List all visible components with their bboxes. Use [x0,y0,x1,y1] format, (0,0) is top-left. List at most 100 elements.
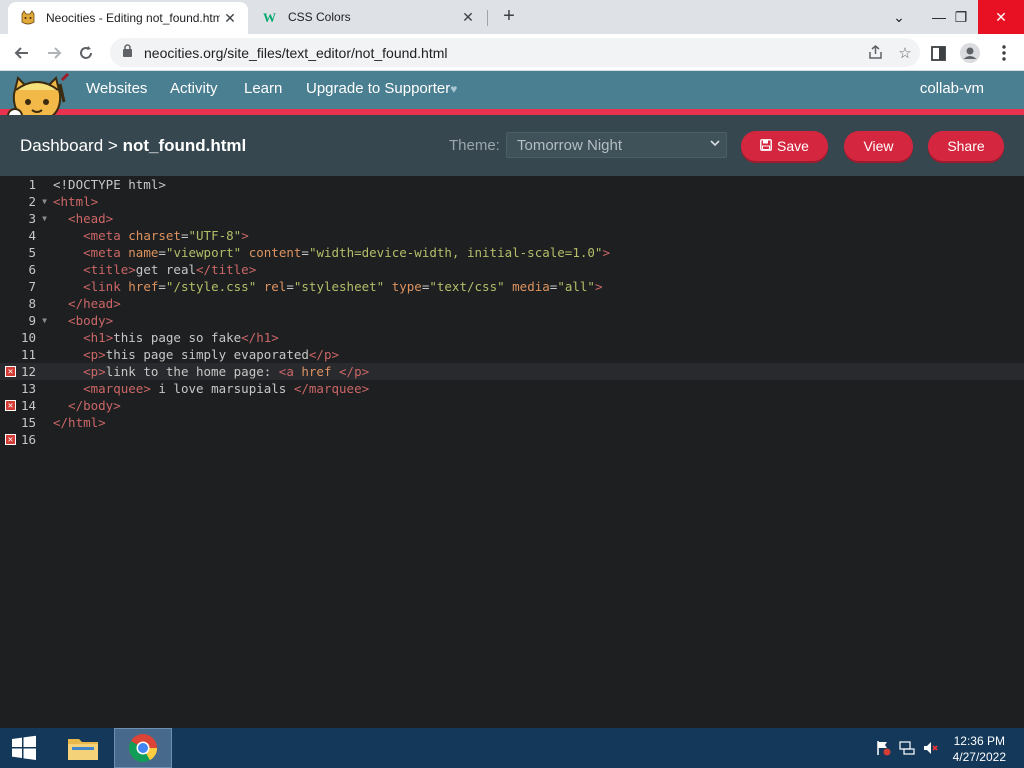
line-gutter: 15 [0,414,50,431]
line-gutter: 9 ▼ [0,312,50,329]
breadcrumb-separator: > [107,136,118,155]
code-text: <h1>this page so fake</h1> [83,330,279,345]
line-gutter: ✕ 14 [0,397,50,414]
user-menu[interactable]: collab-vm [920,80,984,97]
chrome-taskbar-button[interactable] [114,728,172,768]
code-text: <link href="/style.css" rel="stylesheet"… [83,279,603,294]
code-line[interactable]: 3 ▼ <head> [0,210,1024,227]
line-number: 10 [20,330,36,345]
code-text: <p>this page simply evaporated</p> [83,347,340,362]
close-tab-icon[interactable]: ✕ [458,7,478,27]
share-button[interactable]: Share [928,131,1004,161]
code-line[interactable]: 9 ▼ <body> [0,312,1024,329]
code-line[interactable]: 11 <p>this page simply evaporated</p> [0,346,1024,363]
new-tab-button[interactable]: + [498,6,520,28]
upgrade-label: Upgrade to Supporter [306,80,451,97]
network-icon[interactable] [898,739,916,757]
fold-arrow-icon[interactable]: ▼ [42,312,47,329]
error-icon[interactable]: ✕ [5,434,16,445]
profile-avatar-icon[interactable] [956,39,984,67]
code-line[interactable]: 1 <!DOCTYPE html> [0,176,1024,193]
theme-select[interactable]: Tomorrow Night [506,132,727,158]
clock-date: 4/27/2022 [952,750,1006,764]
side-panel-icon[interactable] [924,39,952,67]
line-number: 14 [20,398,36,413]
chevron-down-icon [710,137,720,151]
line-number: 9 [28,313,36,328]
line-gutter: 5 [0,244,50,261]
lock-icon[interactable] [122,43,136,62]
nav-upgrade-link[interactable]: Upgrade to Supporter♥ [306,80,457,97]
svg-text:W: W [263,10,276,25]
code-text: </html> [53,415,106,430]
code-text: <meta charset="UTF-8"> [83,228,249,243]
folder-icon [68,739,98,760]
breadcrumb: Dashboard > not_found.html [20,136,246,156]
line-number: 11 [20,347,36,362]
close-tab-icon[interactable]: ✕ [220,8,240,28]
error-icon[interactable]: ✕ [5,400,16,411]
breadcrumb-dashboard-link[interactable]: Dashboard [20,136,103,155]
system-clock[interactable]: 12:36 PM 4/27/2022 [953,733,1006,765]
line-gutter: 8 [0,295,50,312]
address-bar[interactable]: neocities.org/site_files/text_editor/not… [110,38,920,67]
line-gutter: ✕ 16 [0,431,50,448]
line-gutter: 11 [0,346,50,363]
line-gutter: 3 ▼ [0,210,50,227]
line-gutter: 4 [0,227,50,244]
line-number: 1 [28,177,36,192]
code-line[interactable]: 2 ▼ <html> [0,193,1024,210]
tab-divider [487,10,488,26]
back-icon[interactable] [8,39,36,67]
code-line[interactable]: 15 </html> [0,414,1024,431]
action-center-flag-icon[interactable] [874,739,892,757]
code-line[interactable]: 4 <meta charset="UTF-8"> [0,227,1024,244]
file-explorer-taskbar-button[interactable] [54,728,112,768]
reload-icon[interactable] [72,39,100,67]
share-page-icon[interactable] [860,41,890,65]
browser-menu-icon[interactable] [990,39,1018,67]
line-number: 6 [28,262,36,277]
start-button[interactable] [0,728,48,768]
nav-websites-link[interactable]: Websites [86,80,147,97]
code-text: <marquee> i love marsupials </marquee> [83,381,370,396]
code-line[interactable]: ✕ 16 [0,431,1024,448]
code-line[interactable]: 7 <link href="/style.css" rel="styleshee… [0,278,1024,295]
save-button[interactable]: Save [741,131,828,161]
code-line-active[interactable]: ✕ 12 <p>link to the home page: <a href </… [0,363,1024,380]
floppy-disk-icon [760,138,772,154]
code-editor[interactable]: 1 <!DOCTYPE html> 2 ▼ <html> 3 ▼ <head> 4 … [0,176,1024,728]
nav-learn-link[interactable]: Learn [244,80,282,97]
line-number: 12 [20,364,36,379]
taskbar: 12:36 PM 4/27/2022 [0,728,1024,768]
theme-select-value: Tomorrow Night [517,136,623,154]
fold-arrow-icon[interactable]: ▼ [42,210,47,227]
fold-arrow-icon[interactable]: ▼ [42,193,47,210]
save-label: Save [777,138,809,154]
chrome-icon [129,734,157,762]
line-gutter: 13 [0,380,50,397]
w3schools-icon: W [262,9,278,25]
line-number: 15 [20,415,36,430]
forward-icon[interactable] [40,39,68,67]
browser-tabstrip: Neocities - Editing not_found.html ✕ W C… [0,0,1024,34]
view-button[interactable]: View [844,131,913,161]
code-line[interactable]: 8 </head> [0,295,1024,312]
tab-css-colors[interactable]: W CSS Colors ✕ [250,0,486,34]
code-line[interactable]: 10 <h1>this page so fake</h1> [0,329,1024,346]
bookmark-star-icon[interactable]: ☆ [890,41,920,65]
code-line[interactable]: 6 <title>get real</title> [0,261,1024,278]
code-line[interactable]: ✕ 14 </body> [0,397,1024,414]
close-window-button[interactable]: ✕ [978,0,1024,34]
tab-neocities[interactable]: Neocities - Editing not_found.html ✕ [8,2,248,34]
code-text: <title>get real</title> [83,262,257,277]
volume-muted-icon[interactable] [922,739,940,757]
code-text: <p>link to the home page: <a href </p> [83,364,370,379]
theme-label: Theme: [449,137,500,154]
code-line[interactable]: 5 <meta name="viewport" content="width=d… [0,244,1024,261]
nav-activity-link[interactable]: Activity [170,80,218,97]
error-icon[interactable]: ✕ [5,366,16,377]
code-line[interactable]: 13 <marquee> i love marsupials </marquee… [0,380,1024,397]
heart-icon: ♥ [450,82,458,96]
code-text: <body> [53,313,114,328]
